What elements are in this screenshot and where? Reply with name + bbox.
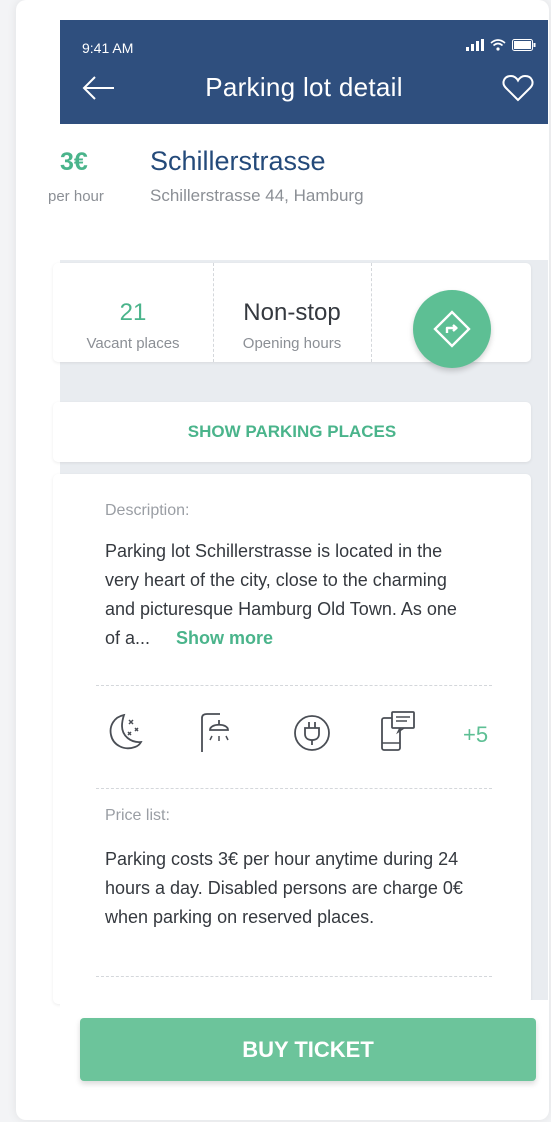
price-list-text: Parking costs 3€ per hour anytime during… xyxy=(105,849,463,927)
screen-card: 9:41 AM Parking lot detail 3€ per hour S… xyxy=(16,0,549,1120)
price-list-label: Price list: xyxy=(105,807,170,824)
description-text: Parking lot Schillerstrasse is located i… xyxy=(105,537,465,653)
page-title: Parking lot detail xyxy=(205,72,403,102)
show-parking-places-button[interactable]: SHOW PARKING PLACES xyxy=(53,402,531,462)
description-label: Description: xyxy=(105,502,190,519)
section-divider xyxy=(96,685,492,686)
opening-hours-value: Non-stop xyxy=(243,299,341,326)
status-time: 9:41 AM xyxy=(82,40,134,56)
buy-ticket-button[interactable]: BUY TICKET xyxy=(80,1018,536,1081)
lot-name: Schillerstrasse xyxy=(150,146,326,176)
app-header: 9:41 AM Parking lot detail xyxy=(60,20,548,124)
price-unit: per hour xyxy=(48,188,104,205)
wifi-icon xyxy=(490,39,506,51)
stat-divider xyxy=(371,263,372,362)
opening-hours-label: Opening hours xyxy=(242,335,342,352)
status-icons xyxy=(466,39,536,51)
lot-address: Schillerstrasse 44, Hamburg xyxy=(150,186,364,205)
heart-icon[interactable] xyxy=(502,74,534,102)
description-body: Parking lot Schillerstrasse is located i… xyxy=(105,541,457,648)
shower-icon xyxy=(201,713,229,752)
show-more-link[interactable]: Show more xyxy=(176,628,273,648)
more-amenities-count[interactable]: +5 xyxy=(463,722,488,748)
opening-hours-stat: Non-stop Opening hours xyxy=(213,263,371,362)
section-divider xyxy=(96,788,492,789)
section-divider xyxy=(96,976,492,977)
price-value: 3€ xyxy=(60,148,88,176)
vacant-places-label: Vacant places xyxy=(86,335,180,352)
battery-icon xyxy=(512,39,536,51)
electric-plug-icon xyxy=(294,715,330,751)
signal-icon xyxy=(466,39,484,51)
vacant-places-value: 21 xyxy=(119,299,147,326)
directions-icon xyxy=(433,310,471,348)
night-icon xyxy=(109,713,143,750)
mobile-payment-icon xyxy=(381,711,415,751)
navigate-button[interactable] xyxy=(413,290,491,368)
vacant-places-stat: 21 Vacant places xyxy=(53,263,213,362)
